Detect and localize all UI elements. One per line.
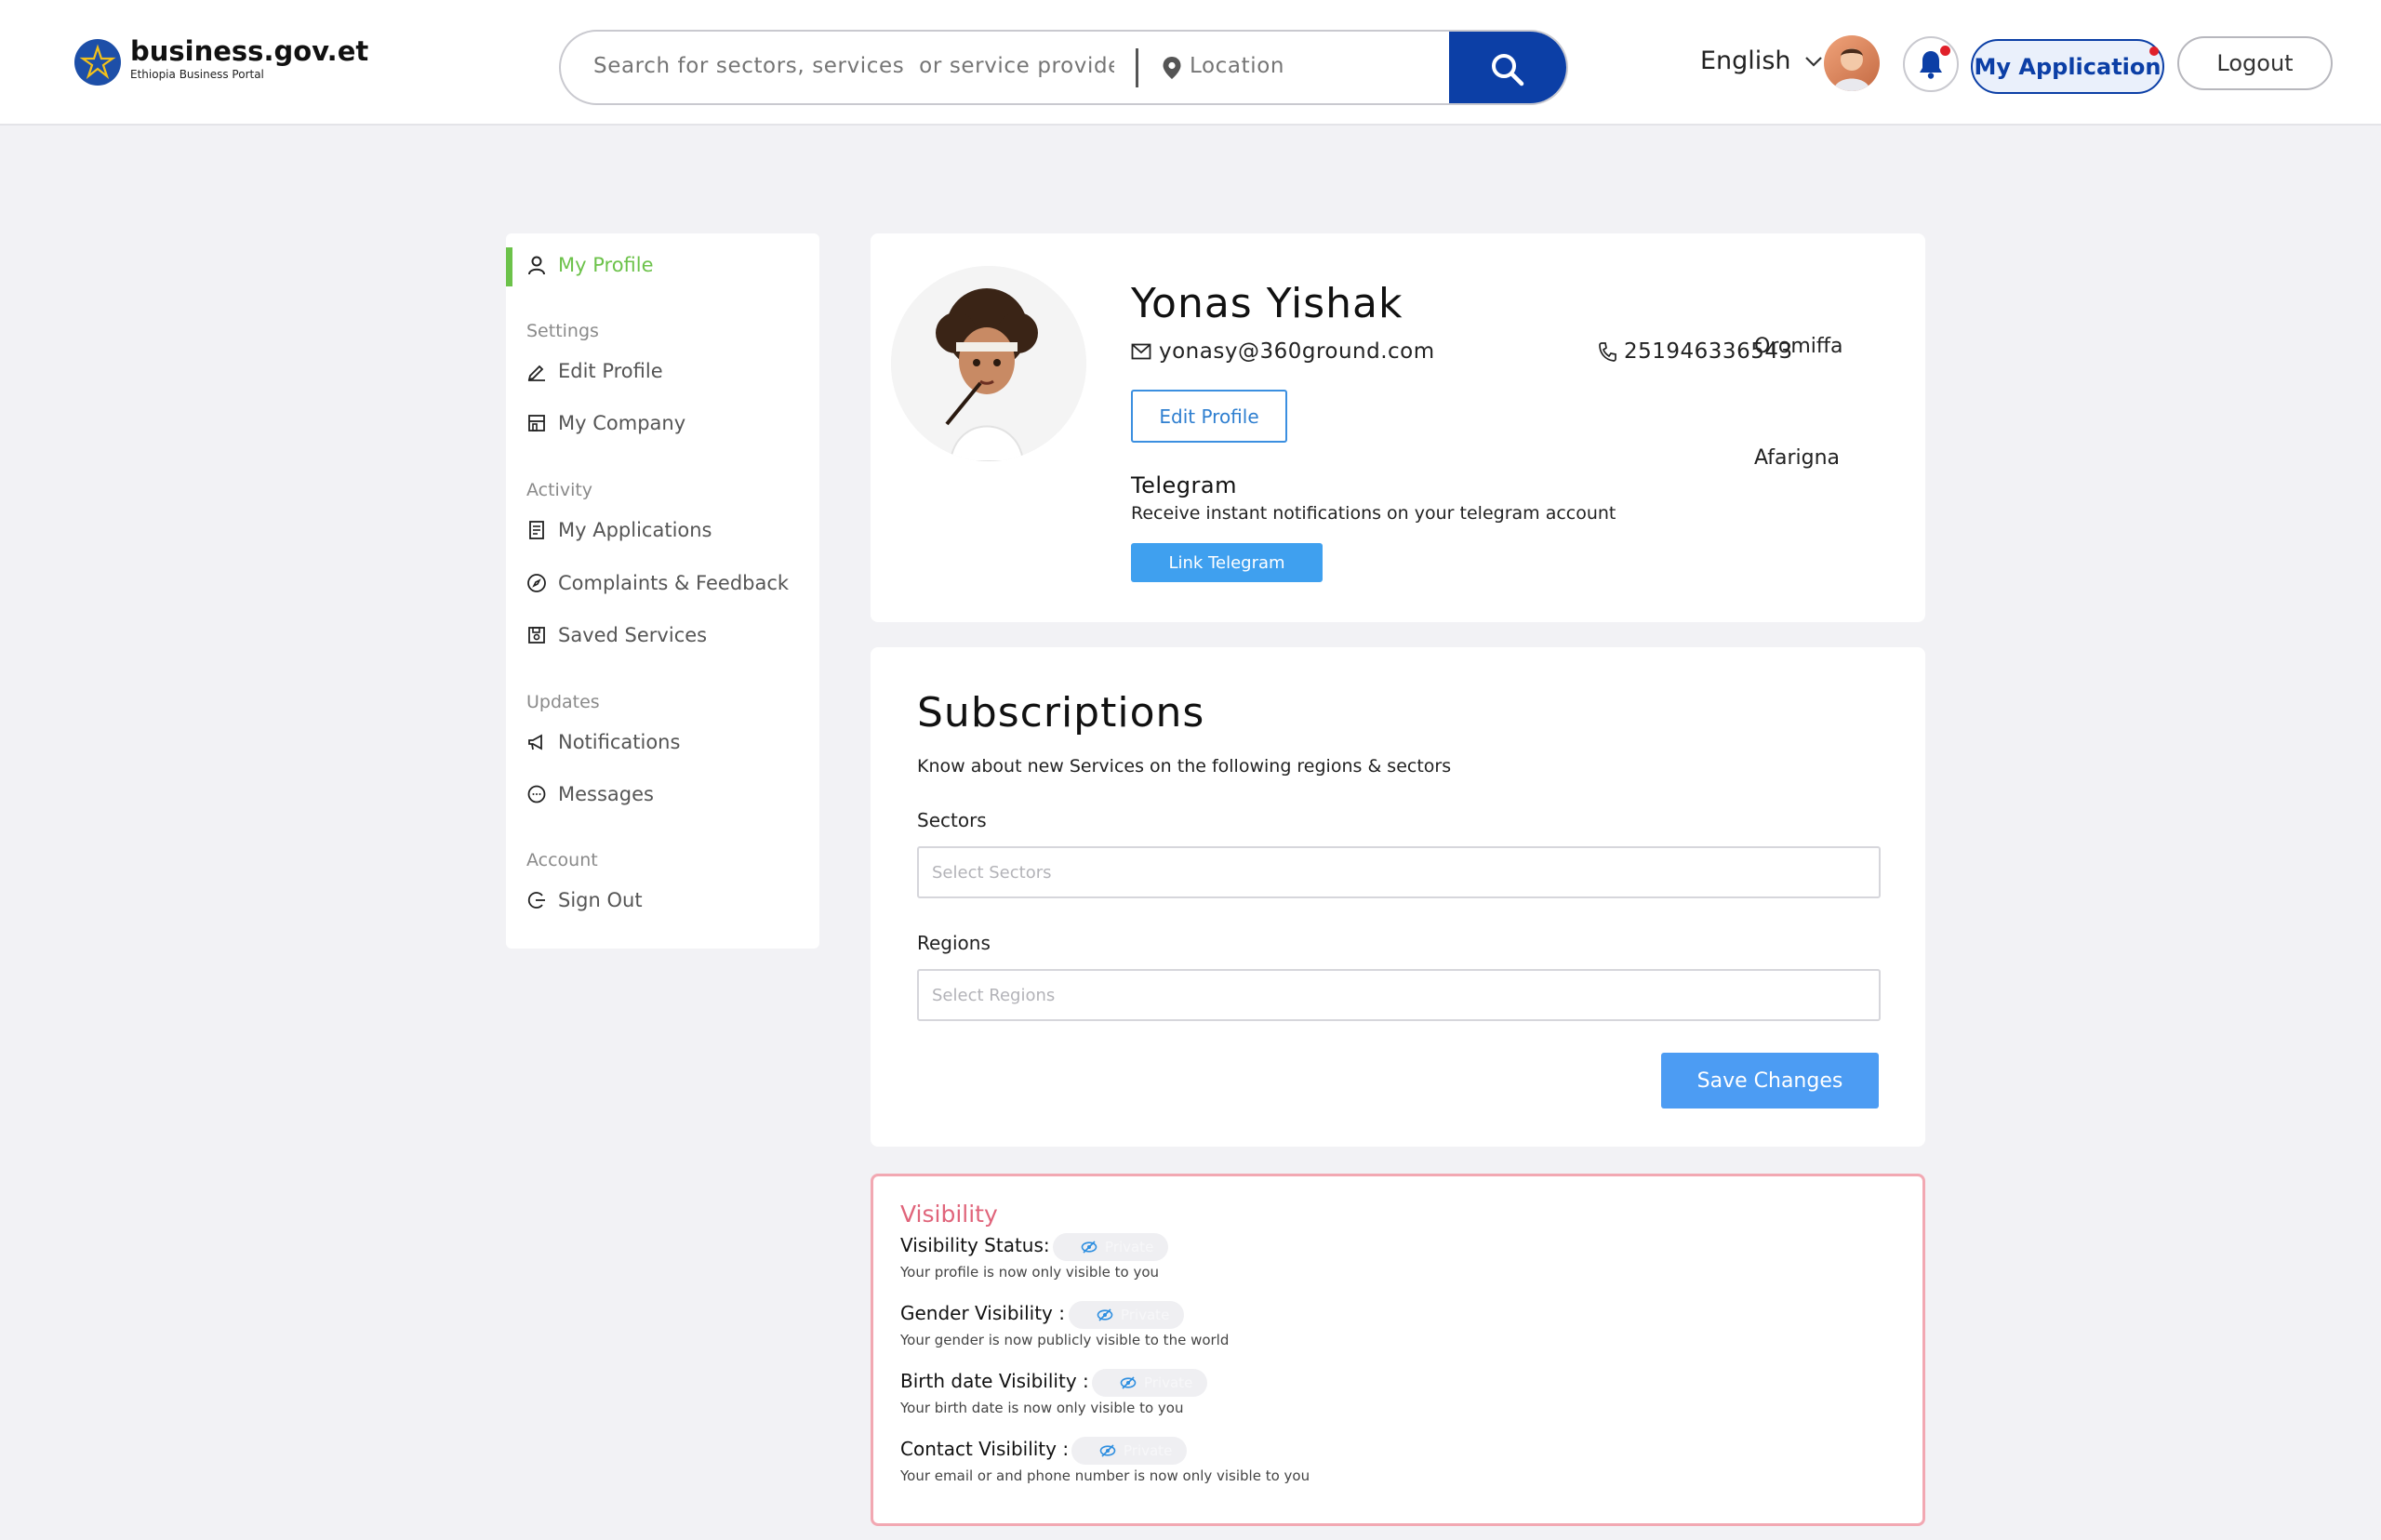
profile-sidebar: My Profile Settings Edit Profile My Comp… (506, 233, 819, 949)
compass-icon (527, 574, 546, 592)
sidebar-item-my-profile[interactable]: My Profile (526, 254, 654, 276)
profile-email: yonasy@360ground.com (1131, 339, 1435, 364)
sectors-select[interactable] (917, 846, 1881, 898)
profile-avatar[interactable] (891, 266, 1086, 461)
sign-out-icon (527, 892, 545, 909)
search-divider (1136, 48, 1138, 87)
search-button[interactable] (1449, 32, 1566, 103)
sidebar-item-label: Messages (558, 783, 654, 805)
sidebar-item-label: Complaints & Feedback (558, 572, 790, 594)
gender-visibility-toggle[interactable]: Private (1069, 1301, 1184, 1329)
floppy-disk-icon (528, 627, 545, 644)
search-bar (559, 30, 1568, 105)
sidebar-item-my-company[interactable]: My Company (526, 412, 685, 434)
search-icon (1492, 53, 1524, 86)
sidebar-section-settings: Settings (526, 321, 599, 341)
chevron-down-icon (1804, 56, 1822, 67)
eye-off-icon (1120, 1376, 1137, 1389)
edit-profile-button[interactable]: Edit Profile (1131, 390, 1287, 443)
contact-visibility-toggle[interactable]: Private (1071, 1437, 1187, 1465)
link-telegram-button[interactable]: Link Telegram (1131, 543, 1323, 582)
envelope-icon (1131, 343, 1151, 360)
sidebar-item-label: My Profile (558, 254, 654, 276)
application-dot (2149, 46, 2159, 56)
phone-icon (1599, 342, 1616, 362)
document-icon (529, 521, 544, 539)
user-icon (528, 256, 545, 275)
toggle-label: Private (1105, 1239, 1154, 1255)
toggle-label: Private (1124, 1442, 1173, 1459)
location-input[interactable] (1190, 54, 1422, 78)
ethiopia-emblem-icon[interactable] (74, 39, 121, 86)
eye-off-icon (1099, 1444, 1116, 1457)
contact-visibility-label: Contact Visibility : (900, 1438, 1070, 1460)
telegram-title: Telegram (1131, 472, 1237, 498)
language-tag: Afarigna (1754, 446, 1841, 470)
telegram-description: Receive instant notifications on your te… (1131, 503, 1616, 524)
subscriptions-title: Subscriptions (917, 689, 1205, 737)
sidebar-item-label: Sign Out (558, 889, 643, 911)
megaphone-icon (528, 734, 542, 750)
birthdate-visibility-toggle[interactable]: Private (1092, 1369, 1207, 1397)
gender-visibility-description: Your gender is now publicly visible to t… (900, 1332, 1230, 1348)
profile-name: Yonas Yishak (1131, 280, 1403, 327)
my-application-button[interactable]: My Application (1971, 39, 2164, 94)
sidebar-section-account: Account (526, 850, 598, 870)
sidebar-item-label: Notifications (558, 731, 681, 753)
sidebar-section-activity: Activity (526, 480, 593, 500)
profile-avatar-image (891, 266, 1086, 461)
user-avatar-image (1833, 48, 1870, 91)
visibility-status-description: Your profile is now only visible to you (900, 1264, 1160, 1281)
notifications-button[interactable] (1903, 36, 1959, 92)
birthdate-visibility-description: Your birth date is now only visible to y… (900, 1400, 1184, 1416)
visibility-title: Visibility (900, 1201, 998, 1228)
sidebar-item-sign-out[interactable]: Sign Out (526, 889, 643, 911)
location-pin-icon (1163, 57, 1181, 79)
sidebar-item-label: Saved Services (558, 624, 708, 646)
notification-dot (1940, 46, 1950, 56)
toggle-label: Private (1144, 1374, 1193, 1391)
logo-title[interactable]: business.gov.et (130, 35, 368, 67)
language-tag: Oromiffa (1754, 335, 1843, 358)
eye-off-icon (1097, 1308, 1113, 1321)
birthdate-visibility-label: Birth date Visibility : (900, 1370, 1089, 1392)
my-application-label: My Application (1974, 53, 2162, 80)
search-input[interactable] (593, 54, 1114, 78)
sidebar-item-notifications[interactable]: Notifications (526, 731, 680, 753)
logo-subtitle: Ethiopia Business Portal (130, 68, 264, 81)
save-changes-button[interactable]: Save Changes (1661, 1053, 1879, 1109)
sidebar-item-label: My Applications (558, 519, 712, 541)
visibility-card: Visibility Visibility Status: Private Yo… (871, 1174, 1925, 1526)
subscriptions-card: Subscriptions Know about new Services on… (871, 647, 1925, 1147)
eye-off-icon (1081, 1241, 1097, 1254)
user-avatar[interactable] (1824, 35, 1880, 91)
sidebar-item-label: Edit Profile (558, 360, 663, 382)
sidebar-item-complaints[interactable]: Complaints & Feedback (526, 572, 789, 594)
store-icon (528, 415, 545, 431)
sidebar-item-edit-profile[interactable]: Edit Profile (526, 360, 663, 382)
email-value: yonasy@360ground.com (1159, 339, 1435, 364)
profile-card: Yonas Yishak yonasy@360ground.com 251946… (871, 233, 1925, 622)
chat-bubble-icon (527, 785, 546, 803)
visibility-status-label: Visibility Status: (900, 1234, 1050, 1256)
sidebar-item-label: My Company (558, 412, 686, 434)
pencil-icon (527, 365, 545, 381)
sidebar-item-my-applications[interactable]: My Applications (526, 519, 712, 541)
sidebar-item-saved-services[interactable]: Saved Services (526, 624, 707, 646)
toggle-label: Private (1121, 1307, 1170, 1323)
sidebar-item-messages[interactable]: Messages (526, 783, 654, 805)
language-select[interactable]: English (1700, 46, 1823, 75)
visibility-status-toggle[interactable]: Private (1053, 1233, 1168, 1261)
subscriptions-description: Know about new Services on the following… (917, 756, 1452, 777)
regions-select[interactable] (917, 969, 1881, 1021)
contact-visibility-description: Your email or and phone number is now on… (900, 1467, 1310, 1484)
active-indicator (506, 247, 512, 286)
regions-label: Regions (917, 932, 991, 954)
gender-visibility-label: Gender Visibility : (900, 1302, 1065, 1324)
logout-button[interactable]: Logout (2177, 36, 2333, 90)
sectors-label: Sectors (917, 809, 987, 831)
sidebar-section-updates: Updates (526, 692, 600, 712)
top-header: business.gov.et Ethiopia Business Portal… (0, 0, 2381, 126)
language-label: English (1700, 46, 1791, 75)
